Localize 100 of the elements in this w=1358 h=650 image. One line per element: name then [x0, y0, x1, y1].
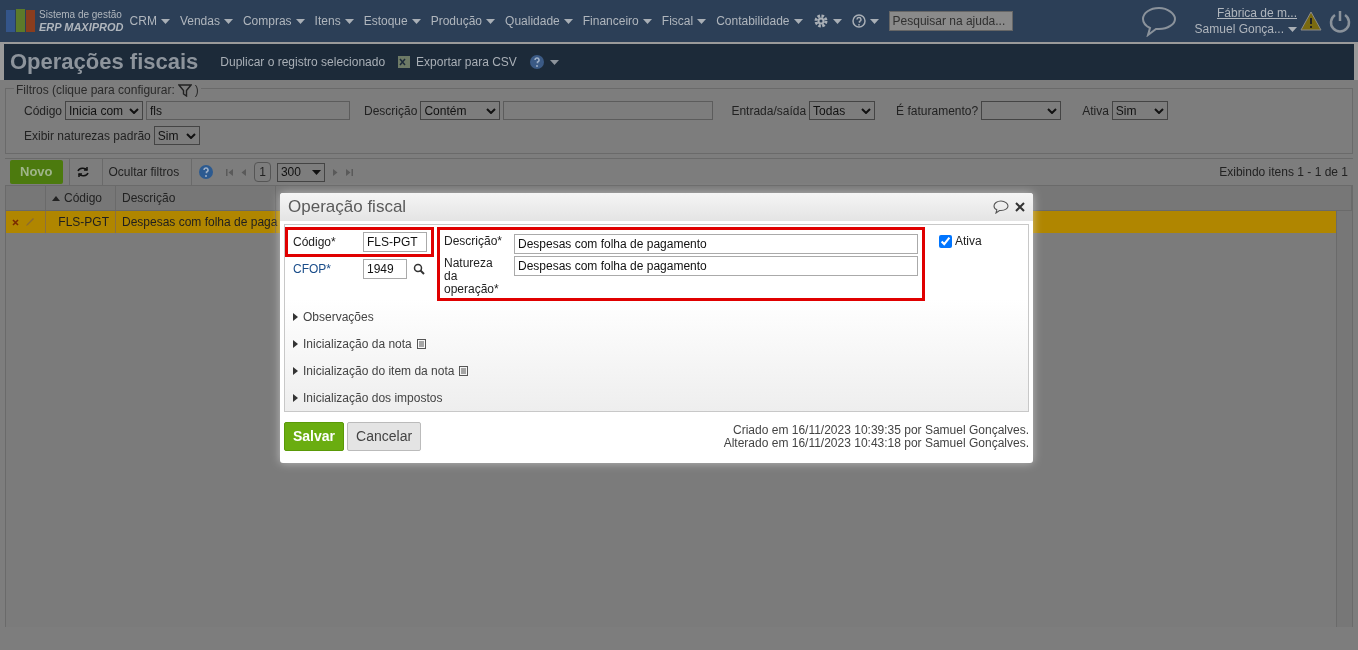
save-button[interactable]: Salvar [284, 422, 345, 451]
text-field[interactable]: 1949 [363, 259, 407, 279]
caret-icon [1153, 107, 1164, 114]
search-field[interactable]: Pesquisar na ajuda... [888, 11, 1013, 31]
logo-icon [6, 8, 36, 34]
filter-label: Código [24, 102, 63, 120]
filter-icon[interactable] [177, 83, 192, 97]
filter-label: Descrição [364, 102, 418, 120]
caret-icon [1047, 107, 1058, 114]
close-icon[interactable] [1015, 202, 1025, 212]
status-text: Exibindo itens 1 - 1 de 1 [1219, 164, 1348, 181]
caret-icon [697, 18, 707, 24]
help-menu[interactable] [851, 14, 879, 28]
caret-icon [549, 59, 559, 65]
caret-icon [861, 107, 872, 114]
dialog-title: Operação fiscal [288, 196, 407, 218]
filter-select[interactable]: Inicia com [65, 101, 144, 120]
column-header[interactable]: Descrição [116, 186, 276, 210]
filter-label: Entrada/saída [731, 102, 807, 120]
warning-icon[interactable] [1300, 11, 1322, 31]
spreadsheet-icon [397, 55, 412, 69]
caret-icon [869, 18, 879, 24]
power-icon[interactable] [1328, 9, 1352, 33]
caret-icon [185, 132, 196, 139]
caret-icon [642, 18, 652, 24]
caret-icon [563, 18, 573, 24]
expand-icon [293, 393, 298, 402]
filter-select[interactable]: Sim [1111, 101, 1168, 120]
menu-item[interactable]: Produção [430, 12, 496, 30]
checkbox[interactable] [939, 234, 952, 248]
text-field[interactable]: Despesas com folha de pagamento [514, 256, 918, 276]
text-field[interactable]: Despesas com folha de pagamento [514, 234, 918, 254]
field-link[interactable]: CFOP* [293, 260, 363, 278]
field-label: Descrição* [444, 233, 504, 248]
audit-text: Criado em 16/11/2023 10:39:35 por Samuel Gonçalves. [732, 423, 1029, 437]
filter-input[interactable]: fls [146, 101, 351, 120]
chat-icon[interactable] [1140, 5, 1177, 37]
caret-icon [295, 18, 305, 24]
caret-icon [832, 18, 842, 24]
settings-menu[interactable] [812, 13, 842, 29]
help-icon [198, 164, 215, 180]
scrollbar[interactable] [1336, 211, 1352, 627]
field-label: Natureza da operação* [444, 255, 500, 296]
caret-icon [129, 107, 140, 114]
page-number[interactable]: 1 [254, 162, 271, 182]
filter-label: É faturamento? [896, 102, 979, 120]
section-toggle[interactable]: Inicialização do item da nota [285, 357, 469, 384]
refresh-icon [75, 166, 90, 178]
section-toggle[interactable]: Observações [285, 303, 374, 330]
menu-item[interactable]: CRM [129, 12, 170, 30]
filter-legend: ) [194, 81, 199, 99]
expand-icon [293, 339, 298, 348]
expand-icon [293, 312, 298, 321]
help-icon [528, 54, 545, 70]
menu-item[interactable]: Fiscal [661, 12, 707, 30]
cancel-button[interactable]: Cancelar [347, 422, 422, 451]
user-menu[interactable]: Samuel Gonça... [1194, 21, 1297, 37]
checkbox-field[interactable]: Ativa [939, 229, 982, 253]
text-field[interactable]: FLS-PGT [363, 232, 427, 252]
action-link[interactable]: Exportar para CSV [397, 53, 517, 71]
filter-select[interactable] [981, 101, 1062, 120]
delete-icon[interactable] [12, 218, 19, 226]
menu-item[interactable]: Itens [314, 12, 354, 30]
menu-item[interactable]: Compras [242, 12, 305, 30]
field-label: Código* [293, 234, 337, 251]
caret-icon [1288, 26, 1297, 32]
filter-select[interactable]: Contém [420, 101, 501, 120]
page-size-select[interactable]: 300 [276, 162, 325, 182]
settings-icon [812, 13, 829, 29]
filter-select[interactable]: Sim [153, 126, 200, 145]
sort-icon [52, 195, 60, 201]
hide-filters-button[interactable]: Ocultar filtros [101, 159, 186, 185]
filter-select[interactable]: Todas [809, 101, 876, 120]
menu-item[interactable]: Contabilidade [716, 12, 803, 30]
action-link[interactable]: Duplicar o registro selecionado [220, 53, 386, 71]
section-toggle[interactable]: Inicialização dos impostos [285, 384, 443, 411]
help-menu[interactable] [528, 54, 559, 70]
company-link[interactable]: Fábrica de m... [1216, 5, 1297, 21]
caret-icon [311, 169, 321, 175]
search-icon[interactable] [413, 263, 425, 275]
menu-item[interactable]: Financeiro [582, 12, 652, 30]
caret-icon [486, 107, 497, 114]
menu-item[interactable]: Estoque [363, 12, 421, 30]
filter-legend[interactable]: Filtros (clique para configurar: [16, 81, 175, 99]
audit-text: Alterado em 16/11/2023 10:43:18 por Samuel Gonçalves. [723, 436, 1029, 450]
table-cell: FLS-PGT [46, 211, 116, 233]
caret-icon [344, 18, 354, 24]
menu-item[interactable]: Vendas [179, 12, 233, 30]
filter-label: Ativa [1082, 102, 1109, 120]
logo-text: ERP MAXIPROD [39, 21, 124, 33]
comment-icon[interactable] [993, 200, 1009, 214]
document-icon [416, 338, 426, 349]
document-icon [459, 365, 469, 376]
column-header[interactable]: Código [46, 186, 116, 210]
page-title: Operações fiscais [10, 48, 199, 76]
menu-item[interactable]: Qualidade [505, 12, 573, 30]
section-toggle[interactable]: Inicialização da nota [285, 330, 426, 357]
logo-text: Sistema de gestão [39, 9, 123, 21]
help-icon [851, 14, 866, 28]
filter-label: Exibir naturezas padrão [24, 127, 151, 145]
